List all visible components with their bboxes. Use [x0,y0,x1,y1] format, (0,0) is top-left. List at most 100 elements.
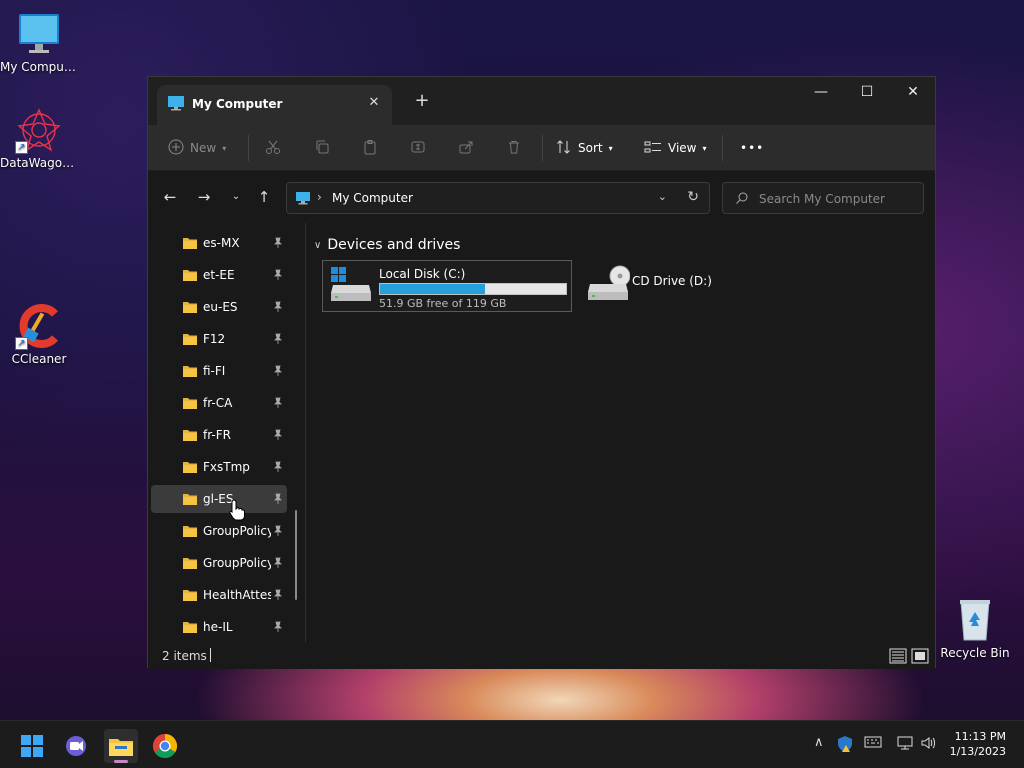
pin-icon[interactable] [272,589,284,604]
view-button[interactable]: View ▾ [644,133,707,163]
pin-icon[interactable] [272,621,284,636]
sidebar-item[interactable]: he-IL [151,613,287,641]
up-button[interactable]: ↑ [252,185,276,209]
sidebar-item-label: HealthAttestation [203,588,271,602]
copy-icon [314,139,330,158]
new-button[interactable]: New ▾ [168,133,226,163]
more-options-button[interactable]: ••• [740,133,764,163]
forward-button[interactable]: → [192,185,216,209]
system-clock[interactable]: 11:13 PM 1/13/2023 [950,729,1006,759]
sidebar-item-label: fr-CA [203,396,233,410]
drive-name: CD Drive (D:) [632,274,712,288]
breadcrumb-chevron-icon: › [317,190,322,204]
search-input[interactable] [759,189,919,209]
pin-icon[interactable] [272,237,284,252]
chrome-taskbar-button[interactable] [148,729,182,763]
drive-local-disk-c[interactable]: Local Disk (C:) 51.9 GB free of 119 GB [322,260,572,312]
toolbar-separator [542,135,543,161]
pin-icon[interactable] [272,365,284,380]
pin-icon[interactable] [272,397,284,412]
sort-label: Sort [578,141,603,155]
pin-icon[interactable] [272,333,284,348]
rename-button[interactable] [410,133,426,163]
sidebar-item[interactable]: eu-ES [151,293,287,321]
desktop-icon-recycle-bin[interactable]: Recycle Bin [936,596,1014,660]
sidebar-item[interactable]: fr-FR [151,421,287,449]
clock-time: 11:13 PM [954,730,1006,743]
sidebar-item[interactable]: fr-CA [151,389,287,417]
monitor-icon [15,10,63,58]
address-dropdown-icon[interactable]: ⌄ [658,190,667,203]
desktop-icon-ccleaner[interactable]: ↗ CCleaner [0,302,78,366]
delete-button[interactable] [506,133,522,163]
chat-button[interactable] [59,729,93,763]
tab-close-icon[interactable]: ✕ [364,93,384,113]
drive-free-space: 51.9 GB free of 119 GB [379,297,507,310]
details-view-button[interactable] [889,648,907,664]
address-bar[interactable]: › My Computer ⌄ ↻ [286,182,710,214]
sidebar-item[interactable]: GroupPolicy [151,517,287,545]
pin-icon[interactable] [272,429,284,444]
navigation-pane-scrollbar[interactable] [295,510,297,600]
group-header-devices-and-drives[interactable]: ∨ Devices and drives [314,237,460,253]
refresh-button[interactable]: ↻ [687,189,699,205]
pin-icon[interactable] [272,525,284,540]
large-icons-view-button[interactable] [911,648,929,664]
sidebar-item[interactable]: F12 [151,325,287,353]
navigation-pane: es-MX et-EE eu-ES F12 fi-FI fr-CA fr-FR FxsTmp g… [148,223,304,641]
folder-icon [182,620,198,637]
desktop-icon-my-computer[interactable]: My Computer [0,10,78,74]
keyboard-icon[interactable] [864,735,882,753]
search-box[interactable] [722,182,924,214]
maximize-button[interactable]: ☐ [844,77,890,109]
drive-cd-d[interactable]: CD Drive (D:) [582,260,782,312]
network-icon[interactable] [896,735,914,755]
folder-icon [182,364,198,381]
paste-button[interactable] [362,133,378,163]
close-button[interactable]: ✕ [890,77,936,109]
pin-icon[interactable] [272,301,284,316]
sidebar-item[interactable]: es-MX [151,229,287,257]
pin-icon[interactable] [272,269,284,284]
desktop-icon-label: Recycle Bin [940,646,1010,660]
sidebar-item[interactable]: gl-ES [151,485,287,513]
breadcrumb-my-computer[interactable]: My Computer [332,191,413,205]
share-button[interactable] [458,133,474,163]
desktop-icon-label: CCleaner [11,352,67,366]
sidebar-item[interactable]: GroupPolicyUsers [151,549,287,577]
folder-icon [182,268,198,285]
sidebar-item[interactable]: fi-FI [151,357,287,385]
command-bar: New ▾ Sort ▾ View ▾ ••• [148,125,935,171]
copy-button[interactable] [314,133,330,163]
tab-my-computer[interactable]: My Computer ✕ [157,85,392,125]
folder-icon [182,300,198,317]
share-icon [458,139,474,158]
status-bar: 2 items [148,643,935,669]
scissors-icon [265,139,281,158]
desktop-icon-datawagon[interactable]: ↗ DataWagon... [0,106,78,170]
pin-icon[interactable] [272,461,284,476]
sort-button[interactable]: Sort ▾ [556,133,613,163]
file-explorer-taskbar-button[interactable] [104,729,138,763]
hand-cursor-icon [229,499,245,524]
sidebar-item-label: F12 [203,332,226,346]
show-hidden-icons-button[interactable]: ∧ [814,735,824,750]
security-shield-icon[interactable] [836,735,854,757]
minimize-button[interactable]: — [798,77,844,109]
cut-button[interactable] [265,133,281,163]
volume-icon[interactable] [920,735,938,755]
sort-icon [556,139,572,158]
pin-icon[interactable] [272,493,284,508]
pin-icon[interactable] [272,557,284,572]
back-button[interactable]: ← [158,185,182,209]
toolbar-separator [722,135,723,161]
new-label: New [190,141,217,155]
sidebar-item[interactable]: et-EE [151,261,287,289]
status-separator [210,648,211,662]
windows-logo-icon [21,735,43,757]
sidebar-item[interactable]: FxsTmp [151,453,287,481]
start-button[interactable] [15,729,49,763]
recent-locations-button[interactable]: ⌄ [224,185,248,209]
sidebar-item[interactable]: HealthAttestation [151,581,287,609]
new-tab-button[interactable]: + [410,89,434,113]
